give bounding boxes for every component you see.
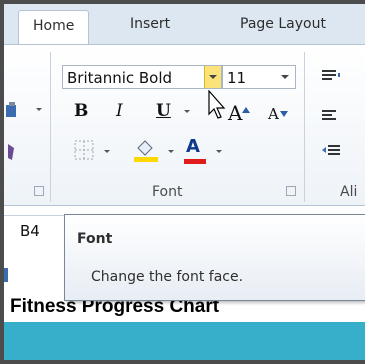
row-header-icon (4, 268, 8, 282)
font-size-value: 11 (227, 69, 247, 87)
chevron-down-icon (281, 75, 289, 79)
borders-dropdown-arrow[interactable] (104, 150, 110, 153)
excel-window: Home Insert Page Layout Britannic Bold 1… (0, 0, 365, 364)
font-name-value: Britannic Bold (67, 69, 173, 87)
tooltip-description: Change the font face. (91, 269, 244, 285)
align-top-icon[interactable] (322, 68, 340, 82)
font-color-dropdown-arrow[interactable] (216, 150, 222, 153)
grow-font-button[interactable]: A (228, 101, 242, 125)
font-color-button[interactable]: A (186, 136, 200, 157)
font-name-combobox[interactable]: Britannic Bold (62, 65, 222, 89)
mouse-pointer-icon (208, 89, 228, 120)
colored-band-row[interactable] (4, 322, 365, 360)
shrink-font-button[interactable]: A (268, 105, 279, 123)
tab-page-layout[interactable]: Page Layout (240, 16, 326, 32)
decrease-indent-icon[interactable] (322, 144, 342, 160)
format-painter-icon[interactable] (6, 144, 16, 160)
font-color-bar (184, 159, 206, 164)
fill-color-dropdown-arrow[interactable] (168, 150, 174, 153)
bold-button[interactable]: B (74, 101, 88, 121)
ribbon-tab-bar: Home Insert Page Layout (4, 4, 365, 45)
underline-dropdown-arrow[interactable] (184, 110, 190, 113)
alignment-group-label: Ali (340, 184, 358, 200)
group-separator (304, 52, 305, 202)
paste-icon[interactable] (6, 102, 20, 118)
tab-home[interactable]: Home (18, 10, 90, 44)
font-size-dropdown-button[interactable] (277, 66, 293, 88)
copy-dropdown-arrow[interactable] (36, 108, 42, 111)
clipboard-launcher-icon[interactable] (34, 186, 44, 196)
ribbon: Home Insert Page Layout Britannic Bold 1… (4, 4, 365, 206)
align-left-icon[interactable] (322, 108, 340, 122)
tooltip-title: Font (77, 231, 113, 247)
fill-color-icon[interactable] (134, 138, 158, 162)
underline-button[interactable]: U (156, 101, 171, 121)
name-box[interactable]: B4 (4, 216, 64, 246)
group-separator (50, 52, 51, 202)
grow-font-arrow-icon (242, 98, 250, 113)
chevron-down-icon (209, 75, 217, 79)
italic-button[interactable]: I (116, 101, 123, 121)
shrink-font-arrow-icon (280, 102, 288, 117)
font-group-label: Font (152, 184, 183, 200)
font-size-combobox[interactable]: 11 (222, 65, 296, 89)
font-name-dropdown-button[interactable] (204, 66, 221, 88)
font-dialog-launcher-icon[interactable] (286, 186, 296, 196)
tab-insert[interactable]: Insert (130, 16, 170, 32)
font-tooltip: Font Change the font face. (64, 214, 365, 301)
borders-icon[interactable] (74, 140, 94, 160)
